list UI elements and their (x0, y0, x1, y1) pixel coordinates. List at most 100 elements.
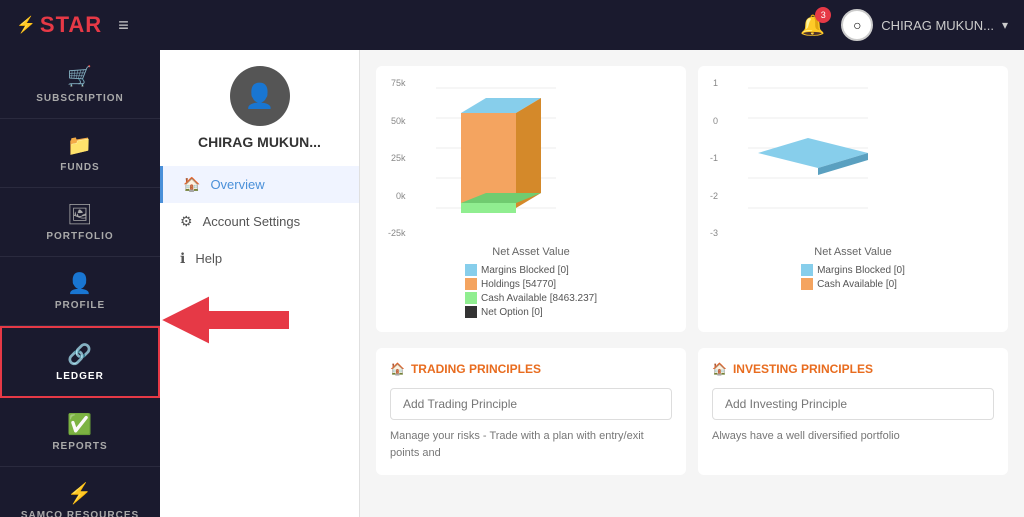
add-investing-principle-input[interactable] (712, 388, 994, 420)
legend-label-cash: Cash Available [8463.237] (481, 293, 597, 304)
profile-panel: 👤 CHIRAG MUKUN... 🏠 Overview ⚙ Account S… (160, 50, 360, 517)
sidebar: 🛒 SUBSCRIPTION 📁 FUNDS 🖼 PORTFOLIO 👤 PRO… (0, 50, 160, 517)
charts-row: 75k 50k 25k 0k -25k (376, 66, 1008, 332)
y-label: 25k (388, 153, 406, 163)
chart-legend-right: Margins Blocked [0] Cash Available [0] (801, 264, 905, 292)
trading-principles-label: TRADING PRINCIPLES (411, 362, 541, 376)
bell-wrapper[interactable]: 🔔 3 (800, 13, 825, 38)
bell-badge: 3 (815, 7, 831, 23)
investing-principles-card: 🏠 INVESTING PRINCIPLES Always have a wel… (698, 348, 1008, 475)
sidebar-label-ledger: LEDGER (56, 371, 104, 382)
legend-item-cash-r: Cash Available [0] (801, 278, 905, 290)
legend-item-net-option: Net Option [0] (465, 306, 597, 318)
header: ⚡ STAR ≡ 🔔 3 ○ CHIRAG MUKUN... ▾ (0, 0, 1024, 50)
sidebar-label-subscription: SUBSCRIPTION (36, 93, 124, 104)
sidebar-item-reports[interactable]: ✅ REPORTS (0, 398, 160, 467)
y-label: 0k (388, 191, 406, 201)
y-label-r5: -3 (710, 228, 718, 238)
investing-principles-label: INVESTING PRINCIPLES (733, 362, 873, 376)
settings-icon: ⚙ (180, 213, 193, 230)
bar-chart-left (416, 78, 576, 238)
y-label: 50k (388, 116, 406, 126)
legend-label-holdings: Holdings [54770] (481, 279, 556, 290)
chart-title-right: Net Asset Value (814, 246, 891, 258)
sidebar-label-profile: PROFILE (55, 300, 105, 311)
legend-label-net-option: Net Option [0] (481, 307, 543, 318)
chart-title-left: Net Asset Value (492, 246, 569, 258)
user-avatar: ○ (841, 9, 873, 41)
subscription-icon: 🛒 (67, 64, 92, 89)
legend-label-margins-r: Margins Blocked [0] (817, 265, 905, 276)
logo-icon: ⚡ (16, 15, 36, 35)
profile-name: CHIRAG MUKUN... (198, 134, 321, 150)
sidebar-item-samco-resources[interactable]: ⚡ SAMCO RESOURCES (0, 467, 160, 517)
ledger-icon: 🔗 (67, 342, 92, 367)
legend-color-cash (465, 292, 477, 304)
main-layout: 🛒 SUBSCRIPTION 📁 FUNDS 🖼 PORTFOLIO 👤 PRO… (0, 50, 1024, 517)
account-settings-label: Account Settings (203, 214, 301, 229)
portfolio-icon: 🖼 (67, 202, 93, 227)
chart-card-left: 75k 50k 25k 0k -25k (376, 66, 686, 332)
legend-color-holdings (465, 278, 477, 290)
y-axis-left: 75k 50k 25k 0k -25k (388, 78, 408, 238)
sidebar-label-reports: REPORTS (52, 441, 107, 452)
principles-row: 🏠 TRADING PRINCIPLES Manage your risks -… (376, 348, 1008, 475)
legend-item-holdings: Holdings [54770] (465, 278, 597, 290)
logo: ⚡ STAR (16, 12, 102, 38)
sidebar-item-profile[interactable]: 👤 PROFILE (0, 257, 160, 326)
user-name: CHIRAG MUKUN... (881, 18, 994, 33)
legend-item-margins: Margins Blocked [0] (465, 264, 597, 276)
help-icon: ℹ (180, 250, 185, 267)
sidebar-item-ledger[interactable]: 🔗 LEDGER (0, 326, 160, 398)
investing-principles-text: Always have a well diversified portfolio (712, 428, 994, 445)
home-icon-investing: 🏠 (712, 362, 727, 376)
header-right: 🔔 3 ○ CHIRAG MUKUN... ▾ (800, 9, 1008, 41)
y-label-r2: 0 (710, 116, 718, 126)
chart-legend-left: Margins Blocked [0] Holdings [54770] Cas… (465, 264, 597, 320)
overview-label: Overview (210, 177, 264, 192)
sidebar-label-funds: FUNDS (60, 162, 99, 173)
legend-item-cash: Cash Available [8463.237] (465, 292, 597, 304)
funds-icon: 📁 (67, 133, 92, 158)
legend-color-margins (465, 264, 477, 276)
y-label-r1: 1 (710, 78, 718, 88)
y-label: 75k (388, 78, 406, 88)
trading-principles-text: Manage your risks - Trade with a plan wi… (390, 428, 672, 461)
chevron-down-icon: ▾ (1002, 18, 1008, 32)
y-label-r4: -2 (710, 191, 718, 201)
profile-menu-help[interactable]: ℹ Help (160, 240, 359, 277)
menu-icon[interactable]: ≡ (118, 15, 129, 36)
legend-label-margins: Margins Blocked [0] (481, 265, 569, 276)
reports-icon: ✅ (67, 412, 92, 437)
user-info[interactable]: ○ CHIRAG MUKUN... ▾ (841, 9, 1008, 41)
sidebar-item-funds[interactable]: 📁 FUNDS (0, 119, 160, 188)
chart-card-right: 1 0 -1 -2 -3 (698, 66, 1008, 332)
trading-principles-title: 🏠 TRADING PRINCIPLES (390, 362, 672, 376)
samco-resources-icon: ⚡ (67, 481, 92, 506)
profile-icon: 👤 (67, 271, 92, 296)
profile-menu-overview[interactable]: 🏠 Overview (160, 166, 359, 203)
sidebar-item-subscription[interactable]: 🛒 SUBSCRIPTION (0, 50, 160, 119)
y-label-r3: -1 (710, 153, 718, 163)
add-trading-principle-input[interactable] (390, 388, 672, 420)
legend-color-net-option (465, 306, 477, 318)
legend-color-margins-r (801, 264, 813, 276)
main-content: 75k 50k 25k 0k -25k (360, 50, 1024, 517)
y-axis-right: 1 0 -1 -2 -3 (710, 78, 720, 238)
investing-principles-title: 🏠 INVESTING PRINCIPLES (712, 362, 994, 376)
profile-avatar-large: 👤 (230, 66, 290, 126)
legend-item-margins-r: Margins Blocked [0] (801, 264, 905, 276)
sidebar-item-portfolio[interactable]: 🖼 PORTFOLIO (0, 188, 160, 257)
ledger-arrow (160, 290, 290, 355)
legend-color-cash-r (801, 278, 813, 290)
header-left: ⚡ STAR ≡ (16, 12, 129, 38)
bar-chart-right (728, 78, 888, 238)
trading-principles-card: 🏠 TRADING PRINCIPLES Manage your risks -… (376, 348, 686, 475)
sidebar-label-samco-resources: SAMCO RESOURCES (21, 510, 139, 517)
legend-label-cash-r: Cash Available [0] (817, 279, 897, 290)
help-label: Help (195, 251, 222, 266)
profile-menu-account-settings[interactable]: ⚙ Account Settings (160, 203, 359, 240)
content-area: 👤 CHIRAG MUKUN... 🏠 Overview ⚙ Account S… (160, 50, 1024, 517)
overview-icon: 🏠 (183, 176, 200, 193)
y-label: -25k (388, 228, 406, 238)
